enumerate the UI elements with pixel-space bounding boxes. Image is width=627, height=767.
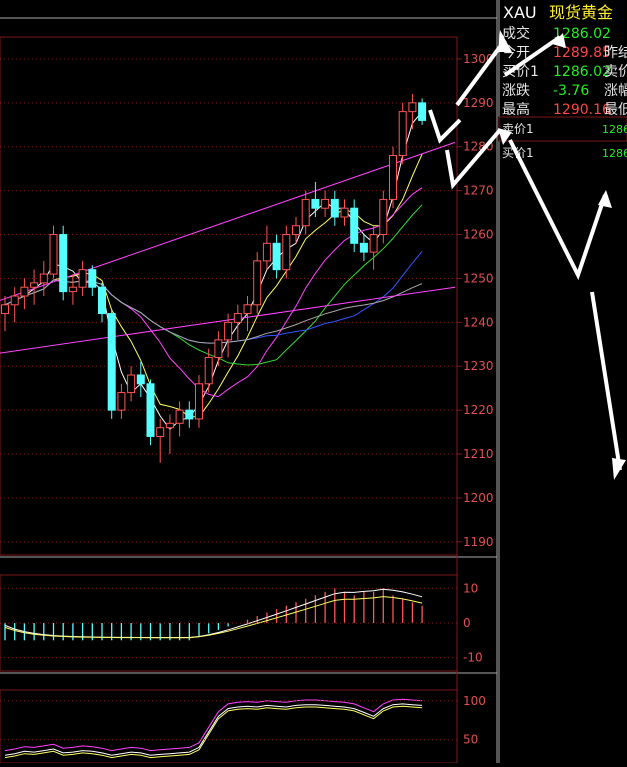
arrow-long-down [590, 291, 622, 471]
candle-body [330, 198, 339, 218]
candle-body [59, 234, 68, 293]
candle-body [253, 260, 262, 306]
quote-row-value: 1286.02 [553, 64, 611, 80]
candle-body [311, 198, 320, 209]
quote-row-label-secondary: 最低 [604, 102, 627, 118]
quote-row-value: 1290.16 [553, 102, 611, 118]
ma-line-mid [4, 153, 423, 418]
candle-body [1, 304, 9, 315]
candle-body [243, 304, 252, 315]
candle-body [175, 409, 184, 424]
quote-row-label: 涨跌 [502, 83, 530, 99]
quote-row-value: 1289.85 [553, 45, 611, 61]
macd-panel: 10 0 -10 [0, 581, 483, 665]
candle-body [146, 383, 155, 437]
candle-body [185, 409, 194, 420]
quote-row-label-secondary: 卖价 [604, 64, 627, 80]
quote-row-label-secondary: 昨结 [604, 45, 627, 61]
price-tick-label: 1240 [463, 315, 494, 329]
ma-line-slow [4, 187, 423, 398]
kdj-tick-label: 100 [463, 694, 486, 708]
arrow-zigzag-1 [428, 109, 462, 144]
quote-panel: XAU 现货黄金 成交 1286.02今开 1289.85昨结买价1 1286.02卖… [498, 3, 627, 160]
quote-row-label-secondary: 涨幅 [604, 83, 627, 99]
candlestick-series [1, 94, 427, 463]
macd-dea-line [4, 596, 423, 639]
candle-body [107, 313, 116, 411]
ma-line-blue [4, 251, 423, 344]
price-tick-label: 1270 [463, 184, 494, 198]
candle-body [68, 286, 77, 293]
candle-body [195, 383, 203, 420]
candle-body [204, 356, 213, 385]
candle-body [136, 374, 145, 385]
candle-body [88, 269, 97, 288]
candle-body [10, 295, 19, 306]
moving-average-lines [0, 111, 456, 430]
main-chart-frame [0, 36, 458, 556]
macd-tick-label: -10 [463, 651, 483, 665]
arrow-down-up [508, 139, 607, 281]
macd-dif-line [4, 588, 423, 638]
candle-body [98, 286, 106, 315]
candle-body [301, 198, 310, 227]
candle-body [156, 427, 165, 437]
candle-body [350, 207, 359, 244]
candle-body [39, 273, 48, 284]
candle-body [272, 242, 281, 271]
candle-body [233, 313, 242, 323]
futures-chart-window: 10 0 -10 100 50 1300 1290 1280 1270 1260 1250 124… [0, 0, 627, 764]
candle-body [117, 392, 126, 411]
candle-body [389, 155, 397, 200]
candle-body [418, 102, 427, 121]
candle-body [20, 286, 29, 297]
candle-body [340, 207, 349, 218]
ma-line-long [4, 279, 423, 344]
candle-body [398, 111, 407, 157]
candle-body [379, 198, 388, 236]
candle-body [408, 102, 417, 113]
instrument-name: 现货黄金 [549, 3, 613, 22]
candle-body [49, 234, 58, 275]
candle-body [359, 242, 368, 253]
price-tick-label: 1220 [463, 403, 494, 417]
price-tick-label: 1210 [463, 447, 494, 461]
trendline-lower [0, 286, 456, 354]
arrow-zigzag-2 [445, 128, 502, 190]
candle-body [78, 269, 87, 288]
price-tick-label: 1190 [463, 535, 494, 549]
order-value: 1286 [602, 147, 627, 160]
arrowhead-5 [612, 458, 626, 480]
candle-body [321, 198, 330, 209]
chart-canvas[interactable]: 100-10 10050 130012901280127012601250124… [0, 0, 627, 764]
candle-body [30, 282, 39, 288]
candle-body [214, 339, 223, 358]
price-tick-label: 1260 [463, 228, 494, 242]
candle-body [262, 242, 271, 262]
candle-body [292, 225, 300, 236]
kdj-tick-label: 50 [463, 733, 478, 747]
quote-row-value: -3.76 [553, 83, 589, 99]
macd-tick-label: 0 [463, 616, 471, 630]
kdj-panel: 100 50 [0, 694, 486, 759]
price-tick-label: 1200 [463, 491, 494, 505]
price-tick-label: 1250 [463, 271, 494, 285]
candle-body [282, 234, 291, 271]
candle-body [165, 422, 174, 429]
candle-body [224, 321, 233, 341]
symbol-code: XAU [503, 3, 537, 22]
kdj-d-line [4, 705, 423, 759]
order-value: 1286 [602, 123, 627, 136]
price-tick-label: 1290 [463, 96, 494, 110]
price-tick-label: 1230 [463, 359, 494, 373]
candle-body [127, 374, 136, 394]
quote-row-label: 成交 [502, 25, 530, 42]
arrowhead-4 [598, 190, 612, 208]
candle-body [369, 234, 378, 253]
macd-tick-label: 10 [463, 581, 478, 595]
quote-row-label: 最高 [502, 101, 530, 118]
